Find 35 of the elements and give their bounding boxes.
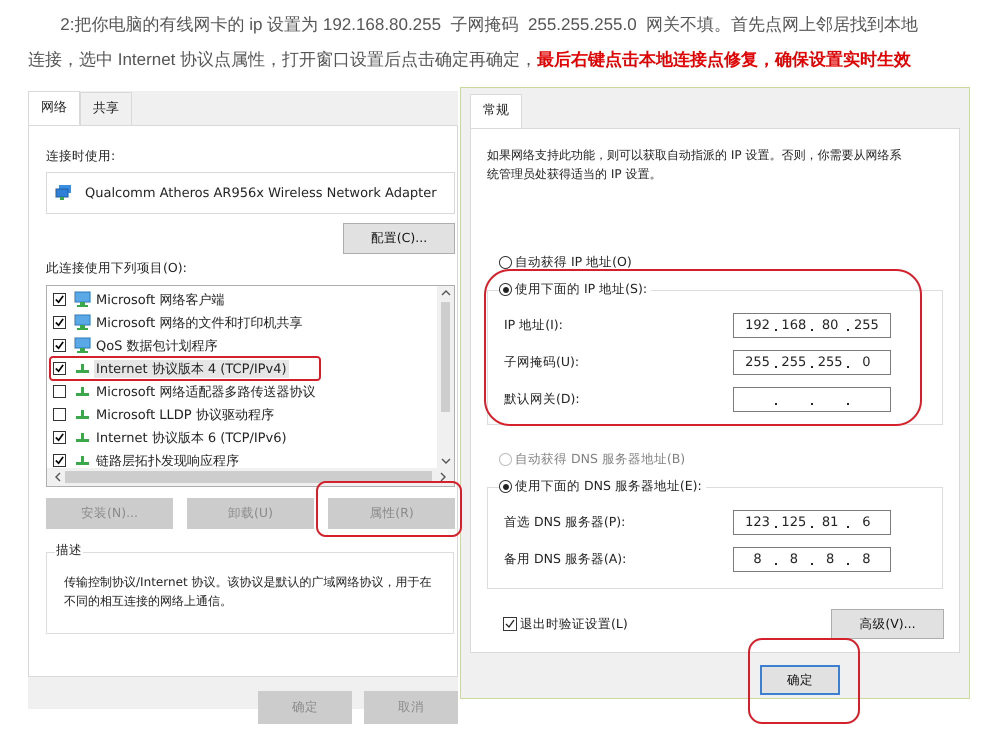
field-label: 子网掩码(U): [504,354,580,371]
ip-address-field[interactable]: 123 125 81 6 [733,510,891,535]
description-text: 传输控制协议/Internet 协议。该协议是默认的广域网络协议，用于在不同的相互连接的网络上通信。 [63,574,433,610]
list-item[interactable]: 链路层拓扑发现响应程序 [94,452,241,470]
checkbox-label: 退出时验证设置(L) [520,616,628,632]
radio-label: 自动获得 IP 地址(O) [515,254,632,271]
field-label: 首选 DNS 服务器(P): [504,514,626,531]
list-item[interactable]: Internet 协议版本 4 (TCP/IPv4) [94,360,289,378]
radio-label: 使用下面的 IP 地址(S): [515,281,648,298]
list-item[interactable]: Microsoft 网络的文件和打印机共享 [94,314,304,332]
field-label: 此连接使用下列项目(O): [46,260,188,277]
ip-address-field[interactable]: 255 255 255 0 [733,350,891,375]
field-label: 默认网关(D): [504,391,580,408]
adapter-field: Qualcomm Atheros AR956x Wireless Network Adapter [46,172,455,214]
list-item[interactable]: Microsoft LLDP 协议驱动程序 [94,406,276,424]
tab[interactable]: 常规 [470,94,522,129]
ip-address-field[interactable]: 192 168 80 255 [733,313,891,338]
list-item[interactable]: QoS 数据包计划程序 [94,336,220,354]
group-title: 描述 [55,542,83,559]
field-label: 连接时使用: [46,148,116,165]
list-item[interactable]: Internet 协议版本 6 (TCP/IPv6) [94,428,289,446]
configure-button[interactable]: 配置(C)... [343,223,455,254]
ip-address-field[interactable]: 8 8 8 8 [733,547,891,572]
field-label: IP 地址(I): [504,317,563,334]
ok-button[interactable]: 确定 [760,665,840,695]
tab[interactable]: 共享 [80,92,132,125]
radio-label: 使用下面的 DNS 服务器地址(E): [515,478,702,495]
advanced-button[interactable]: 高级(V)... [831,609,944,639]
radio-label: 自动获得 DNS 服务器地址(B) [515,451,686,468]
list-item[interactable]: Microsoft 网络适配器多路传送器协议 [94,382,318,400]
list-item[interactable]: Microsoft 网络客户端 [94,290,226,308]
field-label: 备用 DNS 服务器(A): [504,551,626,568]
instruction-paragraph: 2:把你电脑的有线网卡的 ip 设置为 192.168.80.255 子网掩码 255.255.255.0 网关不填。首先点网上邻居找到本地连接，选中 Internet 协议点属性，打开窗口设置后点击确定再确定，最后右键点击本地连接点修复，确保设置实时生效 [27,14,920,71]
intro-text: 如果网络支持此功能，则可以获取自动指派的 IP 设置。否则，你需要从网络系统管理员处获得适当的 IP 设置。 [487,147,902,183]
tab[interactable]: 网络 [28,91,80,126]
